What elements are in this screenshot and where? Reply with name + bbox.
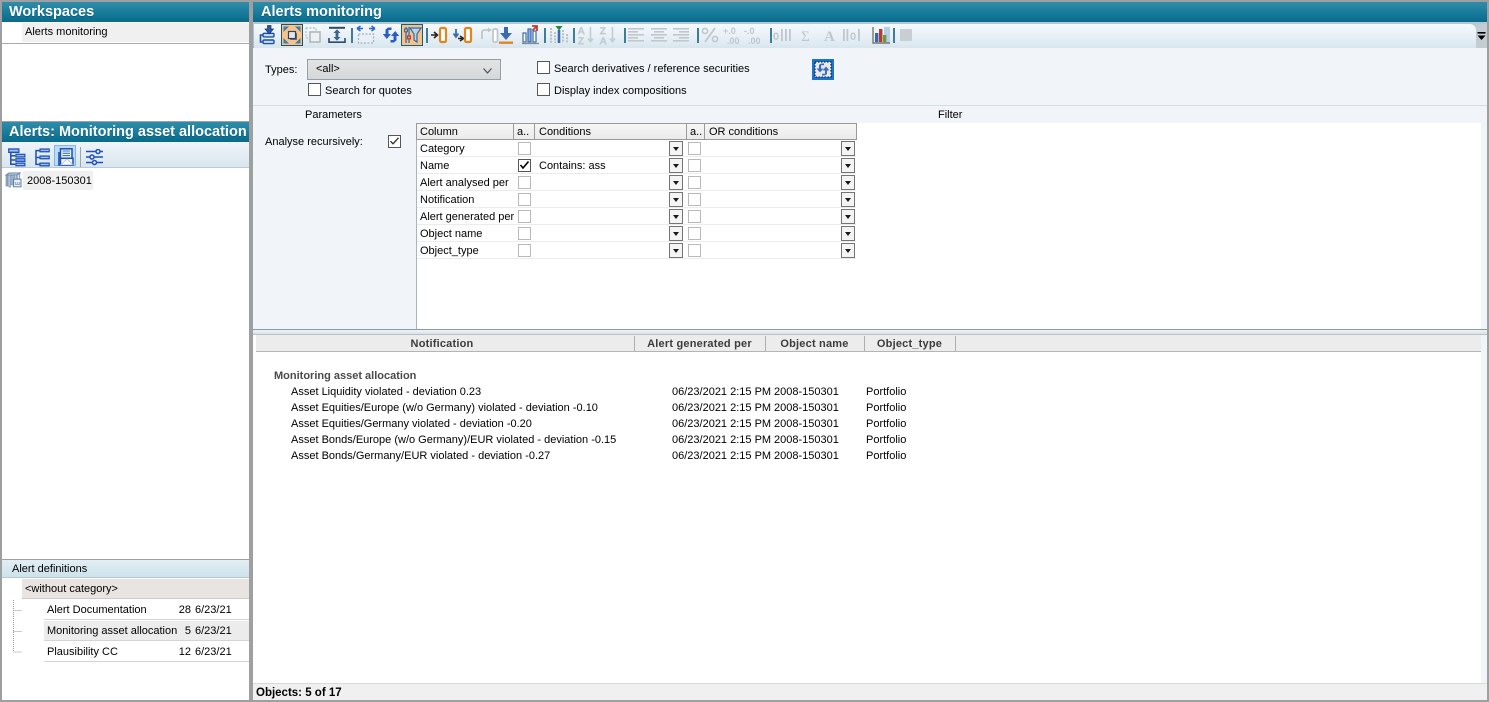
svg-text:.00: .00 [748,36,761,46]
svg-text:Σ: Σ [801,29,810,45]
svg-text:0: 0 [850,31,856,43]
svg-text:.00: .00 [727,36,740,46]
svg-text:A: A [600,36,607,46]
svg-text:0: 0 [773,31,779,43]
svg-text:-.0: -.0 [744,26,755,36]
svg-text:Z: Z [578,36,584,46]
svg-text:A: A [824,29,835,45]
svg-text:+.0: +.0 [723,26,736,36]
